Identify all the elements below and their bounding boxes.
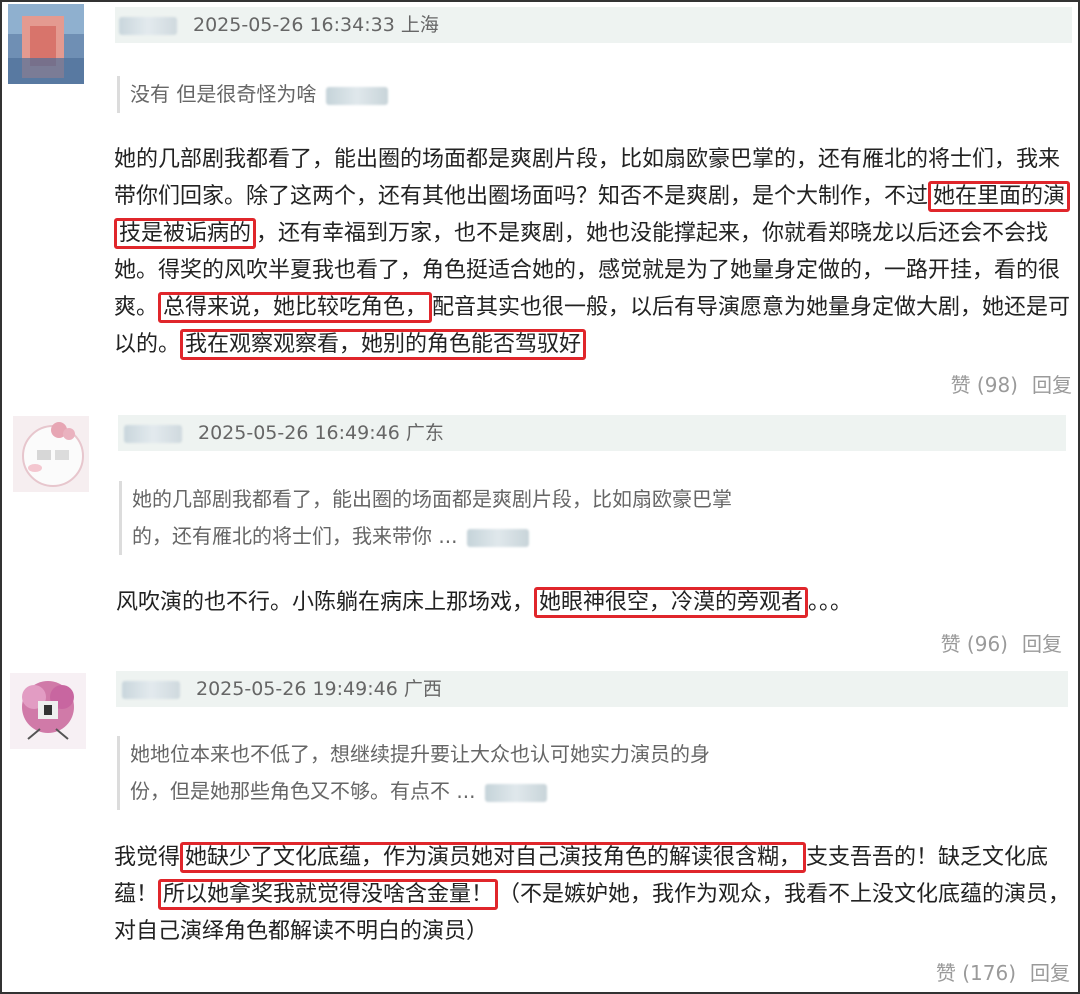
comment-line: 对自己演绎角色都解读不明白的演员）: [114, 913, 1074, 950]
like-button[interactable]: 赞 (176): [936, 961, 1016, 985]
avatar[interactable]: [8, 4, 84, 84]
blurred-username: [467, 528, 530, 547]
comment-line: 带你们回家。除了这两个，还有其他出圈场面吗？知否不是爽剧，是个大制作，不过 她在里…: [114, 178, 1074, 215]
blurred-username[interactable]: [119, 16, 177, 35]
reply-button[interactable]: 回复: [1022, 632, 1062, 656]
comment-text: 。。。: [808, 590, 853, 615]
location: 广西: [403, 678, 442, 700]
comment-text: 爽。: [114, 295, 159, 320]
comment-actions: 赞 (98) 回复: [937, 370, 1072, 400]
comment-text: 蕴！: [114, 882, 159, 907]
comment-line: 风吹演的也不行。小陈躺在病床上那场戏， 她眼神很空，冷漠的旁观者。。。: [116, 584, 1066, 621]
comment-text: 配音其实也很一般，以后有导演愿意为她量身定做大剧，她还是可: [432, 295, 1071, 320]
location: 上海: [400, 14, 439, 36]
highlighted-text: 总得来说，她比较吃角色，: [158, 292, 433, 323]
highlighted-text: 她在里面的演: [928, 181, 1071, 212]
blurred-username: [326, 86, 389, 105]
comment-text: 她的几部剧我都看了，能出圈的场面都是爽剧片段，比如扇欧豪巴掌的，还有雁北的将士们…: [114, 147, 1061, 172]
quoted-reply: 没有 但是很奇怪为啥: [117, 76, 830, 113]
location: 广东: [405, 422, 444, 444]
blurred-username: [485, 783, 548, 802]
comment-text: ，还有幸福到万家，也不是爽剧，她也没能撑起来，你就看郑晓龙以后还会不会找: [256, 221, 1049, 246]
highlighted-text: 技是被诟病的: [114, 218, 257, 249]
comment-body: 她的几部剧我都看了，能出圈的场面都是爽剧片段，比如扇欧豪巴掌的，还有雁北的将士们…: [114, 141, 1074, 363]
highlighted-text: 她眼神很空，冷漠的旁观者: [534, 587, 809, 618]
avatar[interactable]: [13, 416, 89, 492]
highlighted-text: 她缺少了文化底蕴，作为演员她对自己演技角色的解读很含糊，: [180, 842, 807, 873]
comment-body: 我觉得 她缺少了文化底蕴，作为演员她对自己演技角色的解读很含糊， 支支吾吾的！缺乏文…: [114, 839, 1074, 950]
reply-button[interactable]: 回复: [1030, 961, 1070, 985]
quoted-reply: 她的几部剧我都看了，能出圈的场面都是爽剧片段，比如扇欧豪巴掌 的，还有雁北的将士…: [119, 481, 832, 555]
comment-text: （不是嫉妒她，我作为观众，我看不上没文化底蕴的演员，: [498, 882, 1071, 907]
timestamp: 2025-05-26 16:49:46: [198, 422, 400, 444]
comment-text: 以的。: [114, 332, 181, 357]
comment-line: 她的几部剧我都看了，能出圈的场面都是爽剧片段，比如扇欧豪巴掌的，还有雁北的将士们…: [114, 141, 1074, 178]
like-button[interactable]: 赞 (96): [941, 632, 1008, 656]
comment-line: 她。得奖的风吹半夏我也看了，角色挺适合她的，感觉就是为了她量身定做的，一路开挂，…: [114, 252, 1074, 289]
comment-line: 我觉得 她缺少了文化底蕴，作为演员她对自己演技角色的解读很含糊， 支支吾吾的！缺乏文…: [114, 839, 1074, 876]
blurred-username[interactable]: [124, 424, 182, 443]
timestamp: 2025-05-26 19:49:46: [196, 678, 398, 700]
comment-line: 以的。 我在观察观察看，她别的角色能否驾驭好: [114, 326, 1074, 363]
comment-actions: 赞 (96) 回复: [927, 629, 1062, 659]
comment-text: 我觉得: [114, 845, 181, 870]
comment-text: 她。得奖的风吹半夏我也看了，角色挺适合她的，感觉就是为了她量身定做的，一路开挂，…: [114, 258, 1061, 283]
like-button[interactable]: 赞 (98): [951, 373, 1018, 397]
comment-meta: 2025-05-26 19:49:46 广西: [116, 671, 1068, 707]
comment-line: 技是被诟病的 ，还有幸福到万家，也不是爽剧，她也没能撑起来，你就看郑晓龙以后还会不…: [114, 215, 1074, 252]
comment-body: 风吹演的也不行。小陈躺在病床上那场戏， 她眼神很空，冷漠的旁观者。。。: [116, 584, 1066, 621]
reply-button[interactable]: 回复: [1032, 373, 1072, 397]
comment-meta: 2025-05-26 16:34:33 上海: [115, 7, 1072, 43]
highlighted-text: 我在观察观察看，她别的角色能否驾驭好: [180, 329, 587, 360]
comment-meta: 2025-05-26 16:49:46 广东: [118, 415, 1066, 451]
comment-actions: 赞 (176) 回复: [922, 958, 1070, 988]
quoted-reply: 她地位本来也不低了，想继续提升要让大众也认可她实力演员的身 份，但是她那些角色又…: [117, 736, 830, 810]
comment-text: 风吹演的也不行。小陈躺在病床上那场戏，: [116, 590, 535, 615]
blurred-username[interactable]: [122, 680, 180, 699]
avatar[interactable]: [10, 673, 86, 749]
highlighted-text: 所以她拿奖我就觉得没啥含金量！: [158, 879, 499, 910]
comment-text: 支支吾吾的！缺乏文化底: [806, 845, 1049, 870]
timestamp: 2025-05-26 16:34:33: [193, 14, 395, 36]
comment-line: 爽。 总得来说，她比较吃角色， 配音其实也很一般，以后有导演愿意为她量身定做大剧，她…: [114, 289, 1074, 326]
comment-text: 带你们回家。除了这两个，还有其他出圈场面吗？知否不是爽剧，是个大制作，不过: [114, 184, 929, 209]
comment-text: 对自己演绎角色都解读不明白的演员）: [114, 919, 489, 944]
comment-line: 蕴！ 所以她拿奖我就觉得没啥含金量！ （不是嫉妒她，我作为观众，我看不上没文化底蕴的…: [114, 876, 1074, 913]
